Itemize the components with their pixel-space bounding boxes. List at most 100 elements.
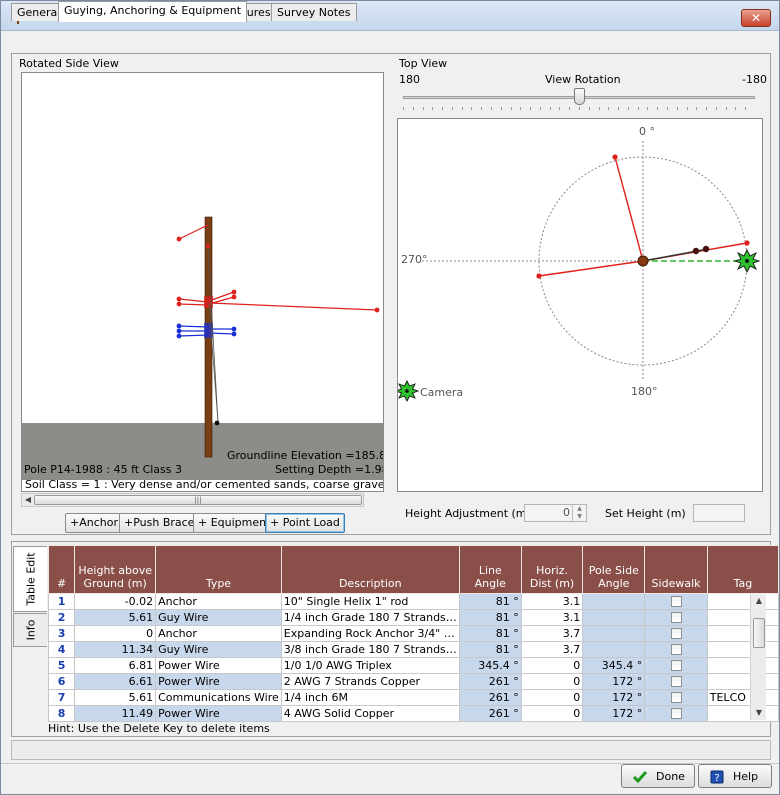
cell-pole-side-angle[interactable]: 172 °: [582, 673, 646, 690]
cell-type[interactable]: Anchor: [155, 593, 282, 610]
sidewalk-checkbox[interactable]: [670, 676, 682, 687]
top-view-canvas[interactable]: 0 ° 270° 180° Camera: [397, 118, 763, 492]
cell-line-angle[interactable]: 261 °: [458, 705, 522, 722]
cell-description[interactable]: 4 AWG Solid Copper: [280, 705, 460, 722]
col-sidewalk[interactable]: Sidewalk: [644, 545, 708, 594]
help-button[interactable]: ? Help: [698, 764, 772, 788]
cell-height[interactable]: 0: [74, 625, 157, 642]
cell-line-angle[interactable]: 261 °: [458, 673, 522, 690]
cell-pole-side-angle[interactable]: 345.4 °: [582, 657, 646, 674]
side-view-canvas[interactable]: Groundline Elevation =185.82 m Pole P14-…: [21, 72, 384, 492]
cell-line-angle[interactable]: 345.4 °: [458, 657, 522, 674]
cell-description[interactable]: 1/4 inch 6M: [280, 689, 460, 706]
sidewalk-checkbox[interactable]: [670, 628, 682, 639]
cell-sidewalk[interactable]: [644, 689, 708, 706]
cell-tag[interactable]: [706, 705, 780, 722]
cell-line-angle[interactable]: 81 °: [458, 593, 522, 610]
cell-type[interactable]: Communications Wire: [155, 689, 282, 706]
cell-horiz-dist[interactable]: 3.7: [520, 625, 584, 642]
sidewalk-checkbox[interactable]: [670, 596, 682, 607]
tab-guying-anchoring-equipment[interactable]: Guying, Anchoring & Equipment: [58, 1, 248, 22]
cell-horiz-dist[interactable]: 0: [520, 689, 584, 706]
scroll-up-icon[interactable]: ▲: [751, 594, 767, 608]
cell-height[interactable]: 6.81: [74, 657, 157, 674]
cell-tag[interactable]: [706, 609, 780, 626]
cell-description[interactable]: 3/8 inch Grade 180 7 Strands…: [280, 641, 460, 658]
cell-type[interactable]: Guy Wire: [155, 609, 282, 626]
cell-description[interactable]: 1/0 1/0 AWG Triplex: [280, 657, 460, 674]
cell-num[interactable]: 3: [47, 625, 76, 642]
cell-num[interactable]: 6: [47, 673, 76, 690]
sidewalk-checkbox[interactable]: [670, 660, 682, 671]
cell-horiz-dist[interactable]: 0: [520, 657, 584, 674]
cell-line-angle[interactable]: 81 °: [458, 609, 522, 626]
spin-down-icon[interactable]: ▼: [577, 513, 582, 520]
cell-horiz-dist[interactable]: 3.7: [520, 641, 584, 658]
cell-horiz-dist[interactable]: 0: [520, 673, 584, 690]
table-row[interactable]: 2 5.61 Guy Wire 1/4 inch Grade 180 7 Strand…: [47, 609, 780, 626]
cell-num[interactable]: 1: [47, 593, 76, 610]
cell-num[interactable]: 4: [47, 641, 76, 658]
done-button[interactable]: Done: [621, 764, 695, 788]
cell-num[interactable]: 7: [47, 689, 76, 706]
cell-pole-side-angle[interactable]: [582, 609, 646, 626]
cell-horiz-dist[interactable]: 3.1: [520, 609, 584, 626]
cell-height[interactable]: 11.49: [74, 705, 157, 722]
add-equipment-button[interactable]: + Equipment: [193, 513, 276, 533]
cell-sidewalk[interactable]: [644, 625, 708, 642]
scroll-left-icon[interactable]: ◀: [22, 494, 34, 506]
table-vertical-scrollbar[interactable]: ▲ ▼: [750, 594, 766, 720]
close-button[interactable]: ✕: [741, 9, 771, 27]
cell-pole-side-angle[interactable]: 172 °: [582, 689, 646, 706]
table-row[interactable]: 7 5.61 Communications Wire 1/4 inch 6M 261 °…: [47, 689, 780, 706]
cell-height[interactable]: 5.61: [74, 609, 157, 626]
cell-line-angle[interactable]: 261 °: [458, 689, 522, 706]
cell-num[interactable]: 5: [47, 657, 76, 674]
side-view-horizontal-scrollbar[interactable]: ◀ |||: [21, 493, 364, 507]
cell-description[interactable]: 2 AWG 7 Strands Copper: [280, 673, 460, 690]
cell-line-angle[interactable]: 81 °: [458, 641, 522, 658]
cell-sidewalk[interactable]: [644, 641, 708, 658]
view-rotation-slider[interactable]: [574, 88, 585, 105]
table-row[interactable]: 3 0 Anchor Expanding Rock Anchor 3/4" … 81 °…: [47, 625, 780, 642]
cell-pole-side-angle[interactable]: 172 °: [582, 705, 646, 722]
cell-num[interactable]: 2: [47, 609, 76, 626]
add-point-load-button[interactable]: + Point Load: [265, 513, 345, 533]
col-horiz-dist[interactable]: Horiz. Dist (m): [520, 545, 584, 594]
cell-pole-side-angle[interactable]: [582, 593, 646, 610]
sidewalk-checkbox[interactable]: [670, 692, 682, 703]
col-tag[interactable]: Tag: [706, 545, 780, 594]
col-pole-side-angle[interactable]: Pole Side Angle: [582, 545, 646, 594]
col-type[interactable]: Type: [155, 545, 282, 594]
table-row[interactable]: 8 11.49 Power Wire 4 AWG Solid Copper 261 ° 0…: [47, 705, 780, 722]
tab-table-edit[interactable]: Table Edit: [13, 546, 47, 612]
col-num[interactable]: #: [47, 545, 76, 594]
cell-sidewalk[interactable]: [644, 657, 708, 674]
cell-description[interactable]: 1/4 inch Grade 180 7 Strands…: [280, 609, 460, 626]
table-row[interactable]: 5 6.81 Power Wire 1/0 1/0 AWG Triplex 345.4 …: [47, 657, 780, 674]
cell-tag[interactable]: [706, 641, 780, 658]
cell-type[interactable]: Power Wire: [155, 673, 282, 690]
cell-horiz-dist[interactable]: 0: [520, 705, 584, 722]
cell-height[interactable]: 6.61: [74, 673, 157, 690]
cell-type[interactable]: Power Wire: [155, 705, 282, 722]
sidewalk-checkbox[interactable]: [670, 708, 682, 719]
cell-pole-side-angle[interactable]: [582, 625, 646, 642]
cell-type[interactable]: Power Wire: [155, 657, 282, 674]
col-height[interactable]: Height above Ground (m): [74, 545, 157, 594]
sidewalk-checkbox[interactable]: [670, 644, 682, 655]
cell-type[interactable]: Anchor: [155, 625, 282, 642]
add-anchor-button[interactable]: +Anchor: [65, 513, 123, 533]
cell-horiz-dist[interactable]: 3.1: [520, 593, 584, 610]
cell-tag[interactable]: [706, 657, 780, 674]
height-spinner[interactable]: ▲ ▼: [572, 505, 586, 521]
col-line-angle[interactable]: Line Angle: [458, 545, 522, 594]
scroll-down-icon[interactable]: ▼: [751, 706, 767, 720]
spin-up-icon[interactable]: ▲: [577, 505, 582, 512]
cell-height[interactable]: 11.34: [74, 641, 157, 658]
cell-sidewalk[interactable]: [644, 705, 708, 722]
cell-type[interactable]: Guy Wire: [155, 641, 282, 658]
cell-description[interactable]: 10" Single Helix 1" rod: [280, 593, 460, 610]
table-row[interactable]: 6 6.61 Power Wire 2 AWG 7 Strands Copper 261…: [47, 673, 780, 690]
tab-info[interactable]: Info: [13, 613, 47, 647]
